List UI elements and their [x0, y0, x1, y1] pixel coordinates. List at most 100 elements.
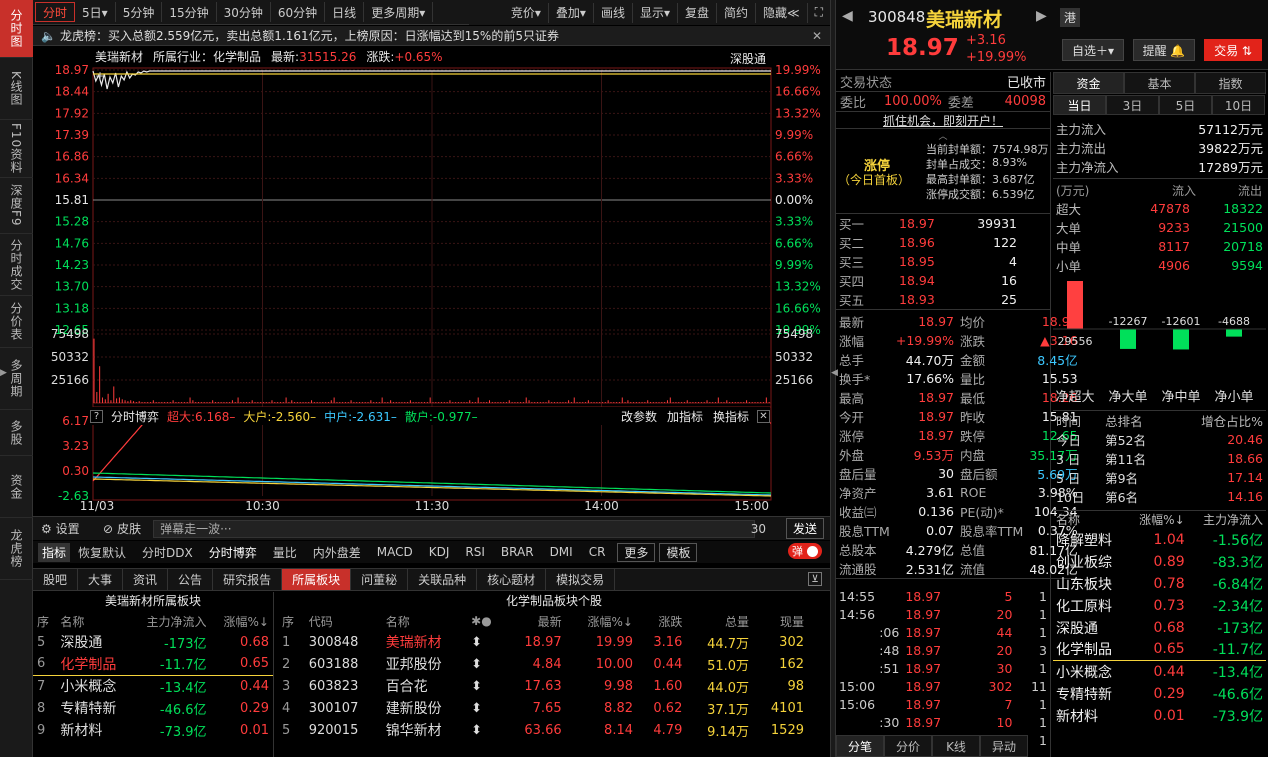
period-tab-5[interactable]: 60分钟	[271, 2, 326, 22]
bid-row[interactable]: 买一 18.97 39931	[836, 214, 1050, 233]
indicator-tab-10[interactable]: DMI	[542, 545, 581, 559]
skin-button[interactable]: 皮肤	[117, 520, 141, 537]
fund-sector-row[interactable]: 山东板块 0.78 -6.84亿	[1053, 573, 1266, 595]
indicator-tab-1[interactable]: 恢复默认	[70, 544, 134, 561]
sector-row[interactable]: 8 专精特新 -46.6亿 0.29	[33, 697, 273, 719]
period-tab-0[interactable]: 分时	[35, 2, 76, 22]
fund-period-0[interactable]: 当日	[1053, 95, 1106, 115]
bid-row[interactable]: 买三 18.95 4	[836, 252, 1050, 271]
stock-row[interactable]: 3 603823 百合花 ⬍ 17.63 9.98 1.60 44.0万 98	[278, 675, 808, 697]
fund-sector-row[interactable]: 新材料 0.01 -73.9亿	[1053, 705, 1266, 727]
fund-period-1[interactable]: 3日	[1106, 95, 1159, 115]
prev-stock-icon[interactable]: ◀	[842, 8, 853, 24]
nav-item-7[interactable]: 多股	[0, 410, 33, 456]
stock-row[interactable]: 4 300107 建新股份 ⬍ 7.65 8.82 0.62 37.1万 4101	[278, 697, 808, 719]
collapse-up-icon[interactable]: ︿	[836, 129, 1050, 142]
indicator-btn-1[interactable]: 加指标	[667, 408, 703, 425]
fund-tab-2[interactable]: 指数	[1195, 72, 1266, 94]
sector-row[interactable]: 5 深股通 -173亿 0.68	[33, 631, 273, 653]
send-button[interactable]: 发送	[785, 518, 824, 539]
stock-row[interactable]: 1 300848 美瑞新材 ⬍ 18.97 19.99 3.16 44.7万 302	[278, 631, 808, 653]
fund-sector-row[interactable]: 化工原料 0.73 -2.34亿	[1053, 595, 1266, 617]
crosshair-icon[interactable]: +	[95, 69, 105, 83]
tick-tab-0[interactable]: 分笔	[836, 735, 884, 757]
collapse-icon[interactable]: ⊻	[808, 572, 822, 586]
stock-row[interactable]: 2 603188 亚邦股份 ⬍ 4.84 10.00 0.44 51.0万 162	[278, 653, 808, 675]
fund-sector-row[interactable]: 化学制品 0.65 -11.7亿	[1053, 639, 1266, 661]
close-indicator-icon[interactable]: ✕	[757, 409, 770, 423]
indicator-tab-12[interactable]: 更多	[617, 542, 656, 562]
fullscreen-icon[interactable]: ⛶	[808, 3, 830, 23]
indicator-tab-9[interactable]: BRAR	[493, 545, 542, 559]
period-tab-1[interactable]: 5日▾	[75, 2, 116, 22]
fund-sector-row[interactable]: 深股通 0.68 -173亿	[1053, 617, 1266, 639]
dragon-tiger-bar[interactable]: 🔈 龙虎榜：买入总额2.559亿元，卖出总额1.161亿元，上榜原因：日涨幅达到…	[33, 26, 830, 46]
toolbar-btn-1[interactable]: 叠加▾	[549, 2, 594, 23]
nav-item-0[interactable]: 分时图	[0, 0, 33, 58]
tick-tab-1[interactable]: 分价	[884, 735, 932, 757]
skin-icon[interactable]: ⊘	[103, 522, 113, 536]
info-tab-4[interactable]: 研究报告	[213, 569, 283, 590]
toolbar-btn-3[interactable]: 显示▾	[633, 2, 678, 23]
nav-item-4[interactable]: 分时成交	[0, 234, 33, 296]
info-tab-3[interactable]: 公告	[168, 569, 214, 590]
nav-item-2[interactable]: F10资料	[0, 120, 33, 178]
info-tab-8[interactable]: 核心题材	[477, 569, 547, 590]
toolbar-btn-6[interactable]: 隐藏≪	[756, 2, 808, 23]
period-tab-4[interactable]: 30分钟	[217, 2, 271, 22]
trade-button[interactable]: 交易 ⇅	[1204, 39, 1262, 61]
settings-button[interactable]: ⚙ 设置	[41, 520, 101, 537]
indicator-tab-7[interactable]: KDJ	[421, 545, 458, 559]
bid-row[interactable]: 买二 18.96 122	[836, 233, 1050, 252]
indicator-tab-13[interactable]: 模板	[659, 542, 698, 562]
stock-row[interactable]: 5 920015 锦华新材 ⬍ 63.66 8.14 4.79 9.14万 1529	[278, 719, 808, 741]
hk-badge[interactable]: 港	[1060, 8, 1081, 27]
period-tab-7[interactable]: 更多周期▾	[364, 2, 434, 22]
info-tab-7[interactable]: 关联品种	[408, 569, 478, 590]
info-tab-9[interactable]: 模拟交易	[546, 569, 616, 590]
fund-period-2[interactable]: 5日	[1159, 95, 1212, 115]
indicator-tab-4[interactable]: 量比	[265, 544, 305, 561]
nav-item-3[interactable]: 深度F9	[0, 178, 33, 234]
tick-tab-2[interactable]: K线	[932, 735, 980, 757]
sector-row[interactable]: 7 小米概念 -13.4亿 0.44	[33, 675, 273, 697]
period-tab-2[interactable]: 5分钟	[116, 2, 163, 22]
indicator-tab-11[interactable]: CR	[581, 545, 614, 559]
nav-item-1[interactable]: K线图	[0, 58, 33, 120]
bid-row[interactable]: 买四 18.94 16	[836, 271, 1050, 290]
fund-sector-row[interactable]: 小米概念 0.44 -13.4亿	[1053, 661, 1266, 683]
fund-sector-row[interactable]: 降解塑料 1.04 -1.56亿	[1053, 529, 1266, 551]
fund-tab-1[interactable]: 基本	[1124, 72, 1195, 94]
indicator-btn-2[interactable]: 换指标	[713, 408, 749, 425]
info-tab-0[interactable]: 股吧	[33, 569, 79, 590]
fund-sector-row[interactable]: 创业板综 0.89 -83.3亿	[1053, 551, 1266, 573]
toolbar-btn-4[interactable]: 复盘	[678, 2, 717, 23]
period-tab-6[interactable]: 日线	[325, 2, 365, 22]
tick-tab-3[interactable]: 异动	[980, 735, 1028, 757]
sector-row[interactable]: 9 新材料 -73.9亿 0.01	[33, 719, 273, 741]
fund-period-3[interactable]: 10日	[1212, 95, 1265, 115]
fund-tab-0[interactable]: 资金	[1053, 72, 1124, 94]
fund-sector-row[interactable]: 专精特新 0.29 -46.6亿	[1053, 683, 1266, 705]
next-stock-icon[interactable]: ▶	[1036, 8, 1047, 24]
period-tab-3[interactable]: 15分钟	[162, 2, 217, 22]
info-tab-6[interactable]: 问董秘	[351, 569, 409, 590]
promo-link[interactable]: 抓住机会，即刻开户！	[836, 112, 1050, 129]
indicator-tab-8[interactable]: RSI	[457, 545, 493, 559]
nav-item-9[interactable]: 龙虎榜	[0, 518, 33, 580]
nav-item-8[interactable]: 资金	[0, 456, 33, 518]
help-icon[interactable]: ?	[90, 409, 103, 423]
nav-item-5[interactable]: 分价表	[0, 296, 33, 348]
indicator-tab-3[interactable]: 分时博弈	[201, 544, 265, 561]
indicator-tab-6[interactable]: MACD	[369, 545, 421, 559]
indicator-btn-0[interactable]: 改参数	[621, 408, 657, 425]
bid-row[interactable]: 买五 18.93 25	[836, 290, 1050, 310]
indicator-tab-5[interactable]: 内外盘差	[305, 544, 369, 561]
collapse-left-icon[interactable]: ▶	[0, 368, 8, 388]
info-tab-2[interactable]: 资讯	[123, 569, 169, 590]
toolbar-btn-0[interactable]: 竞价▾	[504, 2, 549, 23]
info-tab-5[interactable]: 所属板块	[282, 569, 352, 590]
sector-row[interactable]: 6 化学制品 -11.7亿 0.65	[33, 653, 273, 675]
toolbar-btn-5[interactable]: 简约	[717, 2, 757, 23]
watchlist-button[interactable]: 自选＋▾	[1062, 39, 1124, 61]
